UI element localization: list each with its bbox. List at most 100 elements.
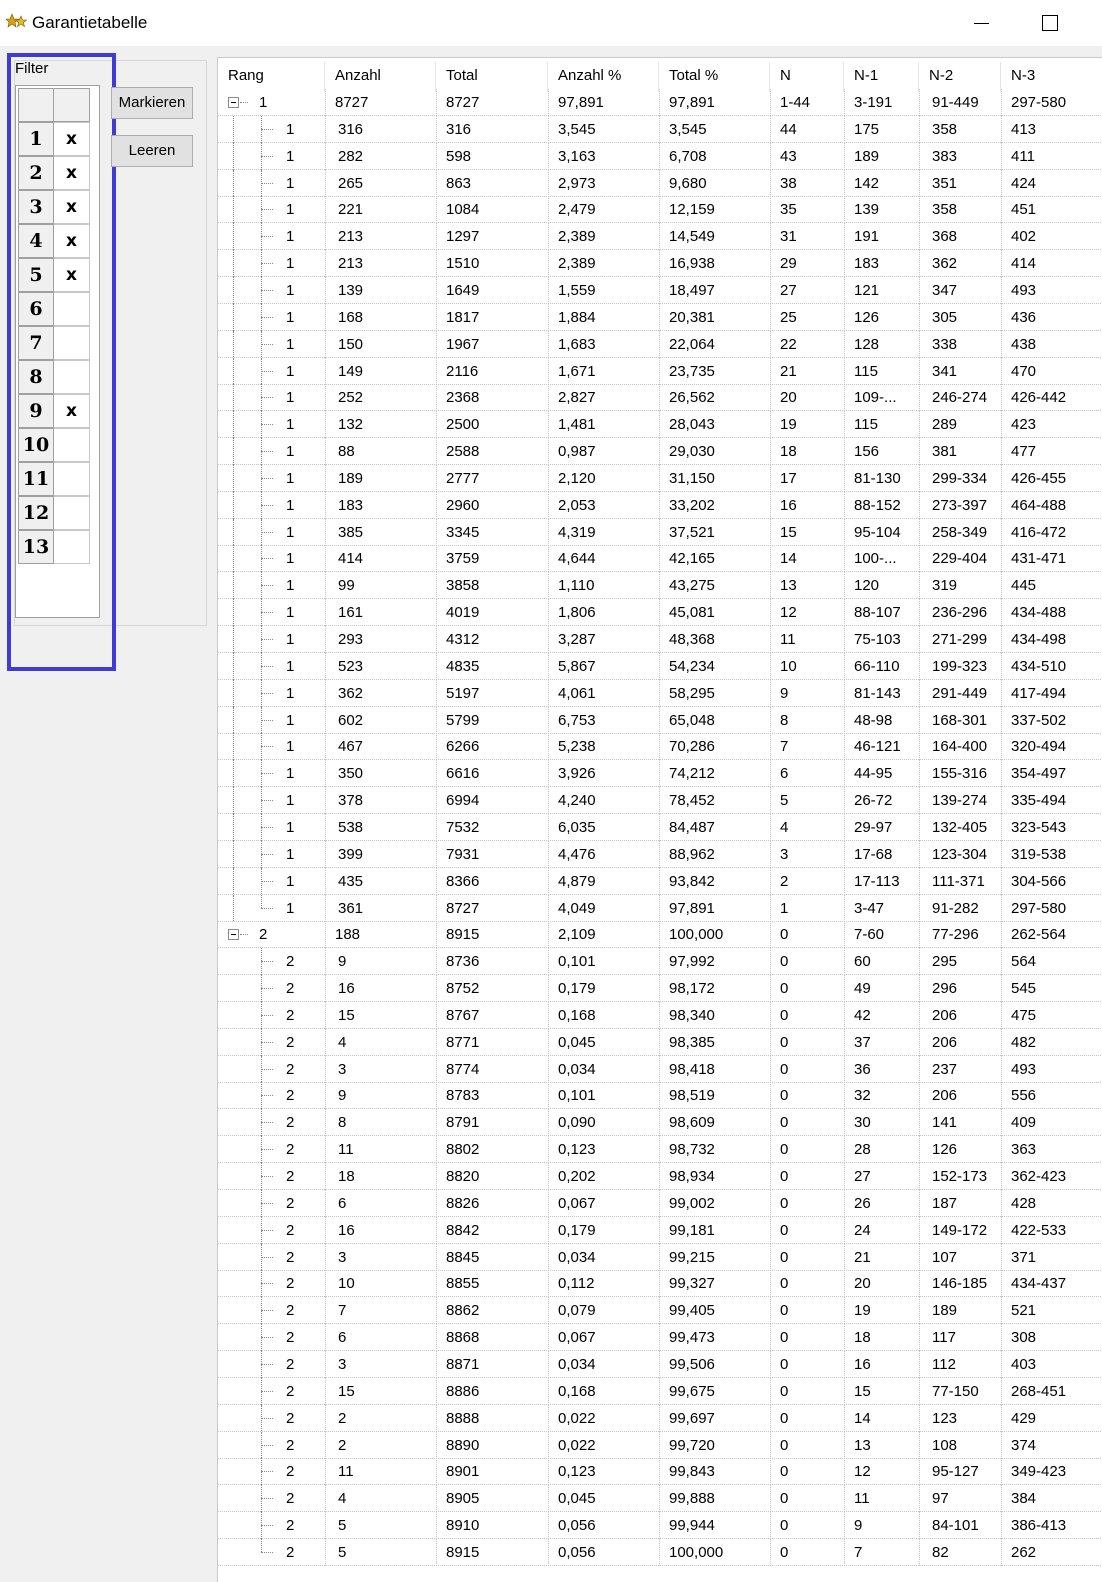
table-row[interactable]: 1 467 6266 5,238 70,286 7 46-121 164-400 320-494: [218, 733, 1102, 761]
filter-row-number[interactable]: 9: [18, 394, 54, 428]
filter-grid[interactable]: 1 x 2 x 3 x 4 x 5 x 6 7 8 9 x 10 11 12 13: [15, 85, 100, 618]
table-row[interactable]: 1 399 7931 4,476 88,962 3 17-68 123-304 319-538: [218, 840, 1102, 868]
column-header[interactable]: N-3: [1001, 62, 1102, 92]
filter-row[interactable]: 13: [18, 530, 90, 564]
filter-row[interactable]: 4x: [18, 224, 90, 258]
table-row[interactable]: 1 213 1510 2,389 16,938 29 183 362 414: [218, 250, 1102, 278]
filter-row-number[interactable]: 8: [18, 360, 54, 394]
table-row[interactable]: 2 2 8890 0,022 99,720 0 13 108 374: [218, 1431, 1102, 1459]
filter-row[interactable]: 10: [18, 428, 90, 462]
table-row[interactable]: 1 213 1297 2,389 14,549 31 191 368 402: [218, 223, 1102, 251]
filter-row-mark[interactable]: [54, 292, 90, 326]
table-row[interactable]: 1 361 8727 4,049 97,891 1 3-47 91-282 297-580: [218, 894, 1102, 922]
filter-row[interactable]: 5x: [18, 258, 90, 292]
table-row[interactable]: 1 282 598 3,163 6,708 43 189 383 411: [218, 142, 1102, 170]
table-row[interactable]: 1 99 3858 1,110 43,275 13 120 319 445: [218, 572, 1102, 600]
filter-row-number[interactable]: 7: [18, 326, 54, 360]
filter-row-number[interactable]: 2: [18, 156, 54, 190]
table-row[interactable]: 2 15 8886 0,168 99,675 0 15 77-150 268-451: [218, 1377, 1102, 1405]
table-row[interactable]: 1 168 1817 1,884 20,381 25 126 305 436: [218, 303, 1102, 331]
collapse-icon[interactable]: [228, 97, 239, 108]
group-row[interactable]: 2 188 8915 2,109 100,000 0 7-60 77-296 262-564: [218, 921, 1102, 949]
table-row[interactable]: 1 265 863 2,973 9,680 38 142 351 424: [218, 169, 1102, 197]
table-row[interactable]: 1 378 6994 4,240 78,452 5 26-72 139-274 335-494: [218, 787, 1102, 815]
table-row[interactable]: 1 252 2368 2,827 26,562 20 109-... 246-274 426-4…: [218, 384, 1102, 412]
filter-row-number[interactable]: 6: [18, 292, 54, 326]
filter-row-mark[interactable]: x: [54, 122, 90, 156]
filter-row-number[interactable]: 4: [18, 224, 54, 258]
table-row[interactable]: 2 15 8767 0,168 98,340 0 42 206 475: [218, 1001, 1102, 1029]
table-row[interactable]: 1 149 2116 1,671 23,735 21 115 341 470: [218, 357, 1102, 385]
column-header[interactable]: Anzahl %: [548, 62, 659, 92]
filter-row[interactable]: 1x: [18, 122, 90, 156]
table-row[interactable]: 2 11 8802 0,123 98,732 0 28 126 363: [218, 1136, 1102, 1164]
table-row[interactable]: 1 350 6616 3,926 74,212 6 44-95 155-316 354-497: [218, 760, 1102, 788]
filter-row-mark[interactable]: x: [54, 190, 90, 224]
filter-row-number[interactable]: 13: [18, 530, 54, 564]
table-row[interactable]: 2 16 8752 0,179 98,172 0 49 296 545: [218, 975, 1102, 1003]
minimize-button[interactable]: [958, 8, 1004, 38]
collapse-icon[interactable]: [228, 929, 239, 941]
filter-row-number[interactable]: 1: [18, 122, 54, 156]
filter-row[interactable]: 3x: [18, 190, 90, 224]
filter-row[interactable]: 6: [18, 292, 90, 326]
table-row[interactable]: 2 3 8871 0,034 99,506 0 16 112 403: [218, 1350, 1102, 1378]
table-row[interactable]: 1 189 2777 2,120 31,150 17 81-130 299-334 426-45…: [218, 464, 1102, 492]
table-row[interactable]: 2 9 8736 0,101 97,992 0 60 295 564: [218, 948, 1102, 976]
table-row[interactable]: 1 385 3345 4,319 37,521 15 95-104 258-349 416-47…: [218, 518, 1102, 546]
table-row[interactable]: 1 538 7532 6,035 84,487 4 29-97 132-405 323-543: [218, 813, 1102, 841]
column-header[interactable]: N: [770, 62, 844, 92]
group-row[interactable]: 1 8727 8727 97,891 97,891 1-44 3-191 91-449 297-…: [218, 89, 1102, 116]
table-row[interactable]: 1 139 1649 1,559 18,497 27 121 347 493: [218, 276, 1102, 304]
table-row[interactable]: 1 316 316 3,545 3,545 44 175 358 413: [218, 115, 1102, 143]
filter-row-number[interactable]: 12: [18, 496, 54, 530]
filter-row-mark[interactable]: x: [54, 156, 90, 190]
table-row[interactable]: 2 3 8845 0,034 99,215 0 21 107 371: [218, 1243, 1102, 1271]
filter-row-mark[interactable]: [54, 496, 90, 530]
filter-row-number[interactable]: 11: [18, 462, 54, 496]
table-row[interactable]: 2 11 8901 0,123 99,843 0 12 95-127 349-423: [218, 1458, 1102, 1486]
filter-row-mark[interactable]: x: [54, 258, 90, 292]
table-row[interactable]: 2 9 8783 0,101 98,519 0 32 206 556: [218, 1082, 1102, 1110]
maximize-button[interactable]: [1026, 8, 1072, 38]
filter-row-mark[interactable]: [54, 462, 90, 496]
filter-row[interactable]: 12: [18, 496, 90, 530]
filter-row-number[interactable]: 3: [18, 190, 54, 224]
column-header[interactable]: Total %: [659, 62, 770, 92]
table-row[interactable]: 1 602 5799 6,753 65,048 8 48-98 168-301 337-502: [218, 706, 1102, 734]
results-tree-table[interactable]: Rang Anzahl Total Anzahl % Total % N N-1 N-2 N-3…: [217, 57, 1102, 1582]
filter-row-mark[interactable]: x: [54, 224, 90, 258]
filter-row[interactable]: 9x: [18, 394, 90, 428]
table-row[interactable]: 1 414 3759 4,644 42,165 14 100-... 229-404 431-4…: [218, 545, 1102, 573]
table-row[interactable]: 1 293 4312 3,287 48,368 11 75-103 271-299 434-49…: [218, 626, 1102, 653]
table-row[interactable]: 2 10 8855 0,112 99,327 0 20 146-185 434-437: [218, 1270, 1102, 1298]
table-row[interactable]: 2 5 8910 0,056 99,944 0 9 84-101 386-413: [218, 1512, 1102, 1540]
filter-row[interactable]: 2x: [18, 156, 90, 190]
filter-row[interactable]: 7: [18, 326, 90, 360]
filter-row[interactable]: 8: [18, 360, 90, 394]
filter-row[interactable]: 11: [18, 462, 90, 496]
leeren-button[interactable]: Leeren: [111, 135, 193, 167]
column-header[interactable]: Total: [436, 62, 548, 92]
table-row[interactable]: 1 88 2588 0,987 29,030 18 156 381 477: [218, 438, 1102, 466]
table-row[interactable]: 2 8 8791 0,090 98,609 0 30 141 409: [218, 1109, 1102, 1137]
filter-row-mark[interactable]: [54, 360, 90, 394]
table-row[interactable]: 1 150 1967 1,683 22,064 22 128 338 438: [218, 330, 1102, 358]
table-row[interactable]: 2 3 8774 0,034 98,418 0 36 237 493: [218, 1055, 1102, 1083]
table-row[interactable]: 2 5 8915 0,056 100,000 0 7 82 262: [218, 1538, 1102, 1566]
table-row[interactable]: 1 183 2960 2,053 33,202 16 88-152 273-397 464-48…: [218, 491, 1102, 519]
filter-row-mark[interactable]: [54, 530, 90, 564]
table-row[interactable]: 2 18 8820 0,202 98,934 0 27 152-173 362-423: [218, 1163, 1102, 1190]
filter-row-number[interactable]: 5: [18, 258, 54, 292]
table-row[interactable]: 1 523 4835 5,867 54,234 10 66-110 199-323 434-51…: [218, 652, 1102, 680]
filter-row-number[interactable]: 10: [18, 428, 54, 462]
table-row[interactable]: 1 362 5197 4,061 58,295 9 81-143 291-449 417-494: [218, 679, 1102, 707]
column-header[interactable]: Anzahl: [325, 62, 436, 92]
filter-row-mark[interactable]: [54, 326, 90, 360]
table-row[interactable]: 2 2 8888 0,022 99,697 0 14 123 429: [218, 1404, 1102, 1432]
table-row[interactable]: 2 16 8842 0,179 99,181 0 24 149-172 422-533: [218, 1216, 1102, 1244]
table-row[interactable]: 2 4 8771 0,045 98,385 0 37 206 482: [218, 1028, 1102, 1056]
table-row[interactable]: 2 6 8868 0,067 99,473 0 18 117 308: [218, 1324, 1102, 1352]
filter-row-mark[interactable]: x: [54, 394, 90, 428]
table-row[interactable]: 1 221 1084 2,479 12,159 35 139 358 451: [218, 196, 1102, 224]
